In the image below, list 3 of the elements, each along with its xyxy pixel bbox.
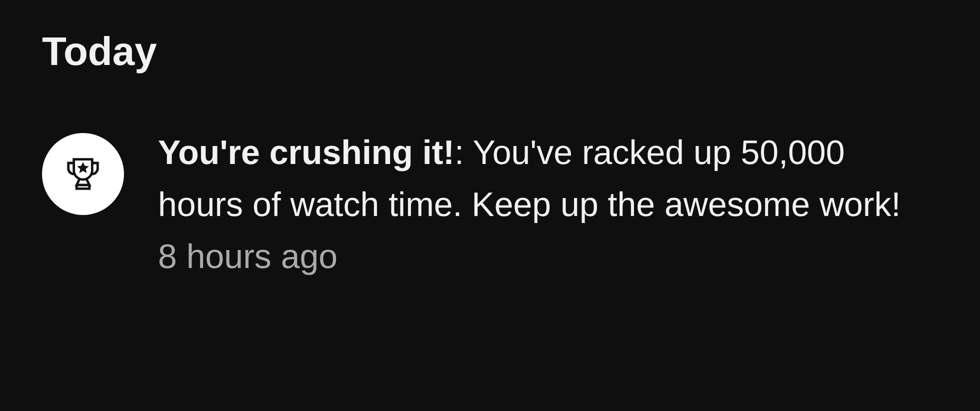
section-title: Today — [42, 30, 158, 75]
notification-time: 8 hours ago — [158, 237, 339, 278]
notification-message: You're crushing it!: You've racked up 50,000 hours of watch time. Keep up the awesome work! — [158, 133, 902, 226]
